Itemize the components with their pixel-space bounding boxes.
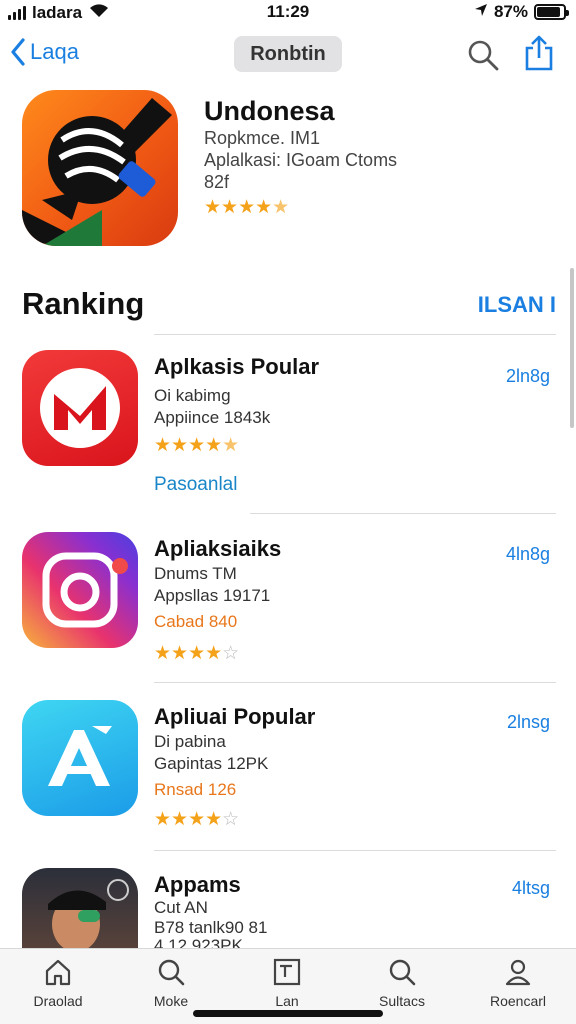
- window-icon: [273, 958, 301, 986]
- featured-category: Aplalkasi: IGoam Ctoms: [204, 150, 398, 170]
- app-developer: Dnums TM: [154, 564, 237, 583]
- home-indicator[interactable]: [193, 1010, 383, 1017]
- app-developer: Cut AN: [154, 898, 208, 917]
- app-developer: Di pabina: [154, 732, 226, 751]
- app-name: Apliuai Popular: [154, 704, 316, 729]
- get-button[interactable]: 2lnsg: [507, 712, 550, 733]
- app-detail-link[interactable]: Pasoanlal: [154, 474, 237, 496]
- divider: [154, 682, 556, 683]
- featured-count: 82f: [204, 172, 230, 192]
- tab-label: Lan: [275, 993, 299, 1009]
- microphone-icon: [22, 98, 172, 246]
- divider: [250, 513, 556, 514]
- app-category: Appiince 1843k: [154, 408, 271, 427]
- divider: [154, 850, 556, 851]
- featured-app-name[interactable]: Undonesa: [204, 96, 335, 127]
- tab-window[interactable]: Lan: [237, 957, 337, 1009]
- app-name: Aplkasis Poular: [154, 354, 320, 379]
- featured-app-icon[interactable]: [22, 90, 178, 246]
- search-icon: [389, 959, 416, 986]
- app-rating-stars: ★★★★★: [154, 435, 240, 456]
- battery-percent: 87%: [493, 2, 528, 21]
- home-icon: [45, 959, 71, 986]
- share-icon: [525, 35, 553, 71]
- share-button[interactable]: [522, 34, 556, 72]
- tab-profile[interactable]: Roencarl: [468, 957, 568, 1009]
- list-item[interactable]: Apliuai Popular Di pabina Gapintas 12PK …: [0, 696, 576, 846]
- person-icon: [505, 959, 531, 986]
- location-icon: [474, 2, 488, 22]
- featured-developer: Ropkmce. IM1: [204, 128, 321, 148]
- letter-a-icon: [22, 700, 138, 816]
- app-name: Apliaksiaiks: [154, 536, 282, 561]
- back-button[interactable]: Laqa: [10, 38, 79, 66]
- app-rating-stars: ★★★★☆: [154, 643, 240, 664]
- app-category: B78 tanlk90 81: [154, 918, 268, 937]
- get-button[interactable]: 2ln8g: [506, 366, 550, 387]
- person-photo-icon: [22, 868, 138, 948]
- tab-home[interactable]: Draolad: [8, 957, 108, 1009]
- red-m-icon: [22, 350, 138, 466]
- app-name: Appams: [154, 872, 241, 897]
- app-category: Gapintas 12PK: [154, 754, 269, 773]
- search-icon: [158, 959, 185, 986]
- app-size: Rnsad 126: [154, 780, 237, 799]
- tab-search-2[interactable]: Sultacs: [352, 957, 452, 1009]
- app-category: Appsllas 19171: [154, 586, 271, 605]
- tab-label: Roencarl: [489, 993, 547, 1009]
- navigation-bar: Laqa Ronbtin: [0, 30, 576, 80]
- camera-icon: [22, 532, 138, 648]
- tab-search[interactable]: Moke: [121, 957, 221, 1009]
- get-button[interactable]: 4ltsg: [512, 878, 550, 899]
- featured-rating-stars: ★★★★★: [204, 197, 290, 218]
- chevron-left-icon: [11, 38, 25, 66]
- search-icon: [468, 40, 499, 71]
- app-rating-stars: ★★★★☆: [154, 809, 240, 830]
- battery-icon: [534, 4, 569, 20]
- list-item[interactable]: Aplkasis Poular Oi kabimg Appiince 1843k…: [0, 346, 576, 506]
- get-button[interactable]: 4ln8g: [506, 544, 550, 565]
- search-button[interactable]: [466, 38, 500, 72]
- see-all-link[interactable]: ILSAN I: [478, 292, 556, 318]
- nav-title: Ronbtin: [234, 36, 342, 72]
- status-bar: ladara 11:29 87%: [0, 0, 576, 26]
- tab-label: Moke: [153, 993, 189, 1009]
- divider: [154, 334, 556, 335]
- back-label: Laqa: [30, 39, 79, 64]
- app-developer: Oi kabimg: [154, 386, 231, 405]
- app-size: Cabad 840: [154, 612, 238, 631]
- section-title: Ranking: [22, 286, 145, 321]
- app-size: 4 12 923PK: [154, 936, 243, 948]
- list-item[interactable]: Appams Cut AN B78 tanlk90 81 4 12 923PK …: [0, 866, 576, 948]
- list-item[interactable]: Apliaksiaiks Dnums TM Appsllas 19171 Cab…: [0, 528, 576, 678]
- tab-label: Sultacs: [379, 993, 425, 1009]
- scrollbar[interactable]: [570, 268, 574, 428]
- tab-label: Draolad: [33, 993, 83, 1009]
